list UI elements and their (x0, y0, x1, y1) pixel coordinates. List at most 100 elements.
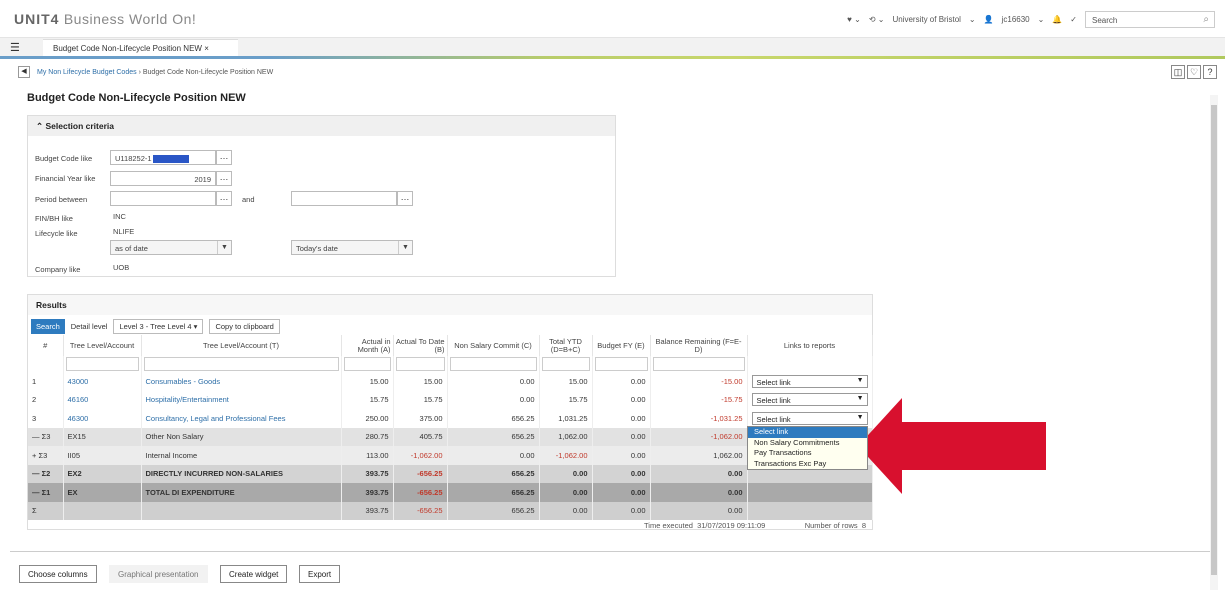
filter-cell[interactable] (341, 356, 394, 372)
account-name-cell[interactable]: Consultancy, Legal and Professional Fees (141, 409, 342, 428)
account-cell[interactable]: 46300 (63, 409, 142, 428)
account-cell: II05 (63, 446, 142, 465)
balance-cell: -15.00 (650, 372, 748, 391)
menu-item-pay-transactions[interactable]: Pay Transactions (748, 448, 867, 459)
filter-cell[interactable] (650, 356, 748, 372)
total-ytd-cell: 1,031.25 (539, 409, 593, 428)
filter-cell[interactable] (63, 356, 142, 372)
as-of-date-select[interactable]: as of date ▼ (110, 240, 232, 255)
export-button[interactable]: Export (299, 565, 341, 583)
balance-cell: 0.00 (650, 483, 748, 502)
detail-level-value: Level 3 - Tree Level 4 (119, 322, 192, 331)
user-icon[interactable]: 👤 (984, 15, 994, 24)
selection-header[interactable]: ⌃ Selection criteria (28, 116, 615, 136)
row-index[interactable]: — Σ1 (28, 483, 64, 502)
col-header-actual-month[interactable]: Actual in Month (A) (341, 335, 394, 356)
account-name-cell: Other Non Salary (141, 427, 342, 446)
menu-item-transactions-exc-pay[interactable]: Transactions Exc Pay (748, 459, 867, 470)
account-link[interactable]: 46300 (68, 414, 89, 423)
account-name-cell[interactable]: Consumables - Goods (141, 372, 342, 391)
heart-icon[interactable]: ♥ ⌄ (847, 15, 861, 24)
bell-icon[interactable]: 🔔 (1052, 15, 1062, 24)
bottom-action-bar: Choose columns Graphical presentation Cr… (10, 551, 1210, 591)
menu-item-non-salary-commitments[interactable]: Non Salary Commitments (748, 438, 867, 449)
org-selector[interactable]: University of Bristol (892, 15, 960, 24)
split-view-icon[interactable]: ◫ (1171, 65, 1185, 79)
account-name-link[interactable]: Consultancy, Legal and Professional Fees (146, 414, 286, 423)
history-icon[interactable]: ⟲ ⌄ (869, 15, 885, 24)
account-link[interactable]: 46160 (68, 395, 89, 404)
actual-month-cell: 393.75 (341, 464, 394, 483)
collapse-icon[interactable]: ⌃ (36, 121, 43, 131)
user-name[interactable]: jc16630 (1002, 15, 1030, 24)
favourite-icon[interactable]: ♡ (1187, 65, 1201, 79)
account-cell[interactable]: 46160 (63, 390, 142, 409)
time-executed-label: Time executed (644, 521, 693, 530)
total-ytd-cell: 0.00 (539, 464, 593, 483)
account-cell[interactable]: 43000 (63, 372, 142, 391)
filter-cell[interactable] (592, 356, 651, 372)
account-name-link[interactable]: Consumables - Goods (146, 377, 221, 386)
actual-to-date-cell: 15.75 (393, 390, 448, 409)
account-name-link[interactable]: Hospitality/Entertainment (146, 395, 229, 404)
actual-to-date-cell: 15.00 (393, 372, 448, 391)
search-button[interactable]: Search (31, 319, 65, 334)
tab-label: Budget Code Non-Lifecycle Position NEW (53, 44, 202, 53)
row-index[interactable]: — Σ3 (28, 427, 64, 446)
choose-columns-button[interactable]: Choose columns (19, 565, 97, 583)
account-name-cell[interactable]: Hospitality/Entertainment (141, 390, 342, 409)
link-select-value: Select link (756, 414, 791, 424)
detail-level-select[interactable]: Level 3 - Tree Level 4 ▾ (113, 319, 204, 334)
filter-cell[interactable] (141, 356, 342, 372)
help-icon[interactable]: ? (1203, 65, 1217, 79)
row-index[interactable]: — Σ2 (28, 464, 64, 483)
budget-code-lookup-button[interactable]: … (216, 150, 232, 165)
budget-code-field[interactable]: U118252-1 (110, 150, 216, 165)
close-icon[interactable]: × (204, 44, 209, 53)
col-header-index[interactable]: # (28, 335, 64, 356)
col-header-non-salary-commit[interactable]: Non Salary Commit (C) (447, 335, 540, 356)
actual-to-date-cell: -1,062.00 (393, 446, 448, 465)
search-icon[interactable]: ⌕ (1203, 14, 1209, 25)
col-header-actual-to-date[interactable]: Actual To Date (B) (393, 335, 448, 356)
row-index[interactable]: + Σ3 (28, 446, 64, 465)
col-header-tree-account[interactable]: Tree Level/Account (63, 335, 142, 356)
financial-year-field[interactable]: 2019 (110, 171, 216, 186)
check-icon[interactable]: ✓ (1070, 15, 1077, 24)
col-header-tree-account-t[interactable]: Tree Level/Account (T) (141, 335, 342, 356)
menu-item-select-link[interactable]: Select link (748, 427, 867, 438)
period-from-lookup-button[interactable]: … (216, 191, 232, 206)
menu-icon[interactable]: ☰ (10, 41, 24, 54)
results-grid: # Tree Level/Account Tree Level/Account … (28, 335, 873, 520)
col-header-budget-fy[interactable]: Budget FY (E) (592, 335, 651, 356)
chevron-down-icon[interactable]: ▼ (217, 241, 231, 254)
period-from-field[interactable] (110, 191, 216, 206)
col-header-total-ytd[interactable]: Total YTD (D=B+C) (539, 335, 593, 356)
period-to-field[interactable] (291, 191, 397, 206)
col-header-balance[interactable]: Balance Remaining (F=E-D) (650, 335, 748, 356)
actual-to-date-cell: 405.75 (393, 427, 448, 446)
copy-to-clipboard-button[interactable]: Copy to clipboard (209, 319, 280, 334)
chevron-down-icon[interactable]: ⌄ (1038, 15, 1045, 24)
breadcrumb-parent-link[interactable]: My Non Lifecycle Budget Codes (37, 69, 137, 76)
chevron-down-icon[interactable]: ⌄ (969, 15, 976, 24)
create-widget-button[interactable]: Create widget (220, 565, 288, 583)
filter-cell[interactable] (539, 356, 593, 372)
link-select[interactable]: Select link ▼ (751, 374, 868, 388)
chevron-down-icon[interactable]: ▼ (857, 377, 864, 384)
back-button[interactable]: ◀ (18, 66, 30, 78)
lifecycle-label: Lifecycle like (35, 229, 78, 238)
finbh-label: FIN/BH like (35, 214, 73, 223)
todays-date-select[interactable]: Today's date ▼ (291, 240, 413, 255)
non-salary-commit-cell: 0.00 (447, 372, 540, 391)
filter-cell[interactable] (393, 356, 448, 372)
financial-year-lookup-button[interactable]: … (216, 171, 232, 186)
account-link[interactable]: 43000 (68, 377, 89, 386)
filter-cell[interactable] (447, 356, 540, 372)
chevron-down-icon[interactable]: ▼ (398, 241, 412, 254)
col-header-links[interactable]: Links to reports (747, 335, 873, 356)
budget-code-value: U118252-1 (115, 154, 152, 163)
global-search-input[interactable]: Search ⌕ (1085, 11, 1215, 28)
scrollbar-thumb[interactable] (1211, 105, 1217, 575)
period-to-lookup-button[interactable]: … (397, 191, 413, 206)
